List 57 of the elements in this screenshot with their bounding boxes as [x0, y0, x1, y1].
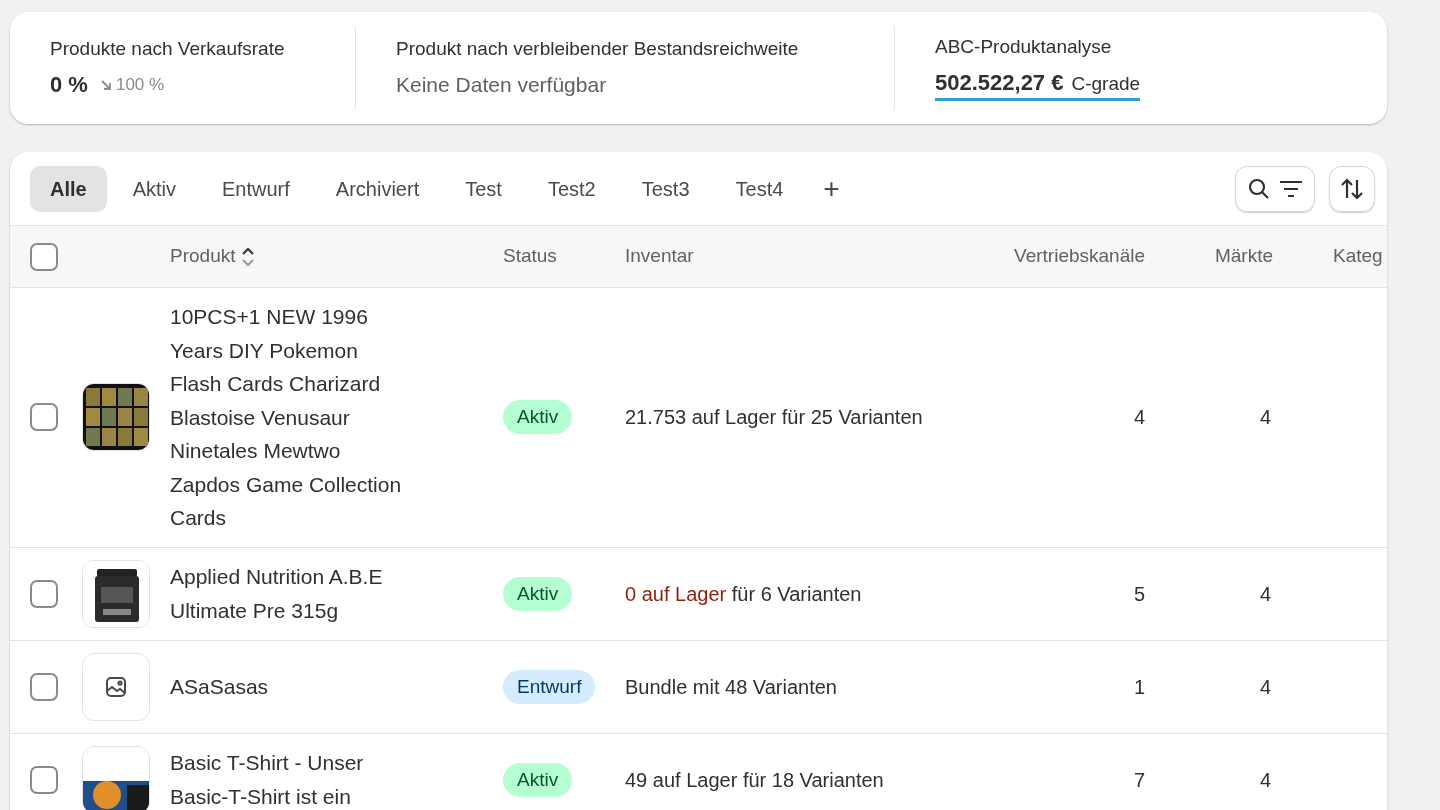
metric-title: ABC-Produktanalyse	[935, 34, 1113, 59]
product-name[interactable]: Applied Nutrition A.B.E Ultimate Pre 315g	[170, 560, 402, 627]
status-badge: Aktiv	[503, 400, 573, 435]
metric-value: 0 %	[50, 71, 88, 99]
sort-icon	[1340, 176, 1364, 201]
filter-icon	[1279, 178, 1303, 199]
channel-count: 5	[1133, 581, 1145, 607]
search-icon	[1247, 176, 1271, 201]
filter-tab[interactable]: Alle	[30, 165, 107, 212]
status-badge: Aktiv	[503, 576, 573, 611]
search-filter-button[interactable]	[1235, 165, 1315, 212]
product-name[interactable]: ASaSasas	[170, 669, 402, 704]
filter-tab[interactable]: Aktiv	[112, 165, 197, 212]
metric-value: 502.522,27 €	[935, 68, 1064, 97]
column-header: Kateg	[1332, 244, 1384, 269]
filter-tab[interactable]: Test2	[527, 165, 616, 212]
inventory-text: Bundle mit 48 Varianten	[625, 674, 838, 700]
status-badge: Entwurf	[503, 669, 596, 704]
channel-count: 1	[1133, 674, 1145, 700]
filter-tab[interactable]: Test	[445, 165, 522, 212]
checkbox[interactable]	[30, 672, 58, 701]
inventory-text: 21.753 auf Lager für 25 Varianten	[625, 405, 924, 431]
metric-title: Produkte nach Verkaufsrate	[50, 37, 286, 61]
market-count: 4	[1259, 581, 1272, 607]
metric-empty-text: Keine Daten verfügbar	[396, 72, 608, 98]
market-count: 4	[1259, 674, 1272, 700]
channel-count: 7	[1133, 767, 1145, 793]
metric-change: 100 %	[115, 74, 165, 97]
checkbox[interactable]	[30, 242, 58, 271]
product-name[interactable]: Basic T-Shirt - Unser Basic-T-Shirt ist ein	[170, 746, 402, 810]
channel-count: 4	[1133, 405, 1145, 431]
add-tab-button[interactable]: +	[809, 165, 854, 212]
checkbox[interactable]	[30, 403, 58, 432]
checkbox[interactable]	[30, 579, 58, 608]
metric-title: Produkt nach verbleibender Bestandsreichweite	[396, 37, 800, 61]
sort-button[interactable]	[1329, 165, 1375, 212]
column-header: Vertriebskanäle	[1014, 244, 1145, 269]
column-header: Inventar	[625, 244, 695, 269]
column-header: Märkte	[1214, 244, 1273, 269]
filter-tab[interactable]: Archiviert	[315, 165, 440, 212]
column-header: Status	[503, 244, 558, 269]
grade-label: C-grade	[1071, 71, 1141, 96]
status-badge: Aktiv	[503, 762, 573, 797]
column-header[interactable]: Produkt	[170, 242, 236, 271]
sort-chevrons-icon[interactable]	[241, 245, 256, 268]
filter-tab[interactable]: Test3	[621, 165, 710, 212]
market-count: 4	[1259, 767, 1272, 793]
filter-tab[interactable]: Entwurf	[202, 165, 310, 212]
product-name[interactable]: 10PCS+1 NEW 1996 Years DIY Pokemon Flash Cards Charizard Blastoise Venusaur Ninetales Mewtwo Zapdos Game Collection Cards	[170, 300, 402, 535]
market-count: 4	[1259, 405, 1272, 431]
filter-tab[interactable]: Test4	[715, 165, 804, 212]
image-icon	[104, 674, 128, 699]
inventory-text: 49 auf Lager für 18 Varianten	[625, 767, 885, 793]
metric-value-link[interactable]: 502.522,27 € C-grade	[935, 68, 1141, 102]
inventory-text: 0 auf Lager für 6 Varianten	[625, 581, 863, 607]
arrow-down-right-icon	[99, 79, 112, 91]
checkbox[interactable]	[30, 765, 58, 794]
